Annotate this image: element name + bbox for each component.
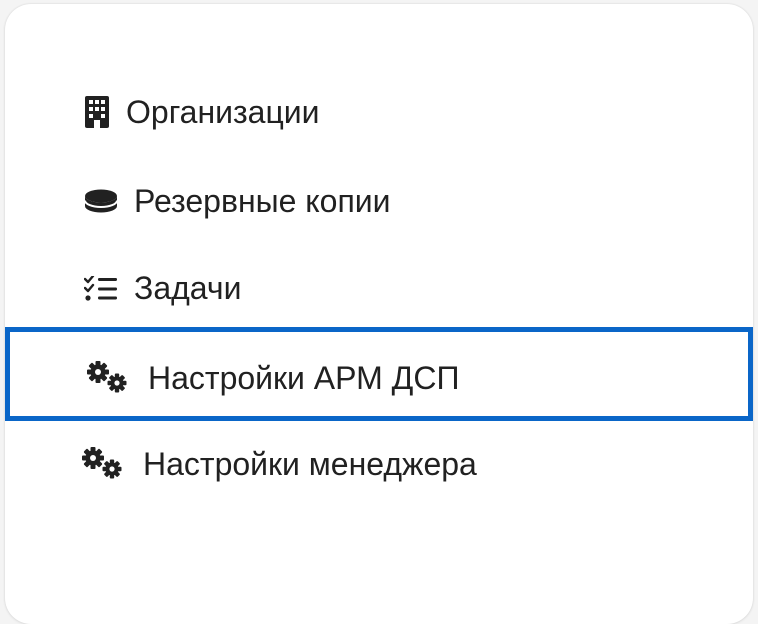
gears-icon bbox=[82, 447, 126, 481]
gears-icon bbox=[87, 361, 131, 395]
database-icon bbox=[84, 189, 118, 213]
building-icon bbox=[84, 96, 110, 128]
menu-item-label: Настройки менеджера bbox=[143, 446, 477, 482]
menu-item-label: Организации bbox=[126, 94, 320, 130]
menu-item-label: Настройки АРМ ДСП bbox=[148, 360, 460, 396]
menu-item-tasks[interactable]: Задачи bbox=[0, 244, 758, 332]
menu-item-arm-dsp-settings[interactable]: Настройки АРМ ДСП bbox=[5, 327, 753, 421]
menu-item-label: Задачи bbox=[134, 270, 242, 306]
tasks-list-icon bbox=[84, 276, 118, 302]
menu-item-label: Резервные копии bbox=[134, 183, 391, 219]
settings-menu: Организации Резервные копии Задачи Настр… bbox=[0, 0, 758, 578]
menu-item-backups[interactable]: Резервные копии bbox=[0, 156, 758, 244]
menu-item-manager-settings[interactable]: Настройки менеджера bbox=[0, 420, 758, 508]
menu-item-organizations[interactable]: Организации bbox=[0, 68, 758, 156]
